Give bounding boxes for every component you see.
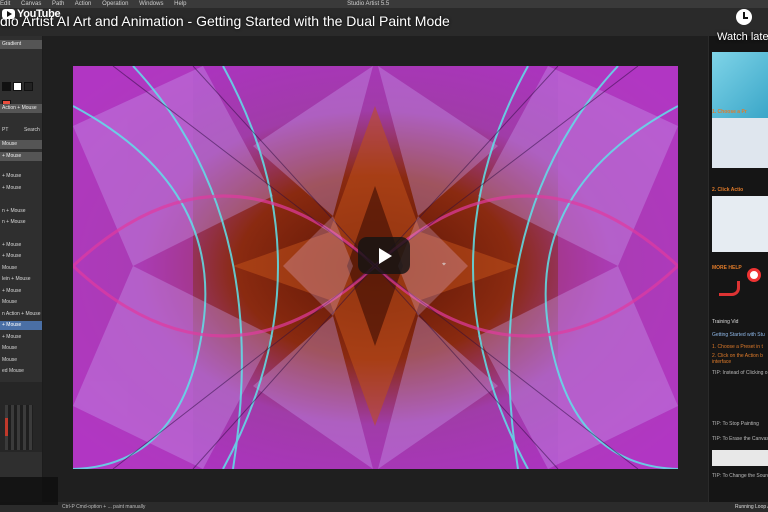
preset-row-5[interactable]: n + Mouse	[0, 207, 42, 216]
youtube-wordmark: YouTube	[17, 8, 61, 20]
getting-started-heading: Getting Started with Stu	[712, 332, 765, 338]
help-tip-3: TIP: To Erase the Canvas	[712, 436, 768, 442]
mouse-cursor-icon: ⌖	[442, 261, 446, 268]
status-bar: Ctrl-P Cmd-option + ... paint manually	[0, 502, 768, 512]
action-mouse-header[interactable]: Action + Mouse	[0, 104, 42, 113]
clock-icon[interactable]	[736, 9, 752, 25]
status-text: Ctrl-P Cmd-option + ... paint manually	[62, 504, 146, 510]
gradient-row[interactable]: Gradient	[0, 40, 42, 49]
help-step-2: 2. Click Actio	[712, 187, 744, 193]
menu-edit[interactable]: Edit	[0, 1, 10, 7]
menu-help[interactable]: Help	[174, 1, 186, 7]
level-meter	[5, 405, 33, 450]
preset-row-1[interactable]: Mouse	[0, 140, 42, 149]
youtube-logo[interactable]	[0, 477, 58, 505]
app-menubar: Edit Canvas Path Action Operation Window…	[0, 0, 768, 8]
menu-operation[interactable]: Operation	[102, 1, 128, 7]
window-title: Studio Artist 5.5	[347, 1, 390, 7]
menu-windows[interactable]: Windows	[139, 1, 163, 7]
watch-later-label[interactable]: Watch late	[717, 31, 768, 43]
preset-row-2[interactable]: + Mouse	[0, 152, 42, 161]
play-button[interactable]	[358, 237, 410, 274]
preset-row-10[interactable]: lein + Mouse	[0, 275, 42, 284]
arrow-icon	[719, 281, 740, 296]
swatch-1[interactable]	[2, 82, 11, 91]
action-screenshot	[712, 196, 768, 252]
help-step-1: 1. Choose a Pr	[712, 109, 747, 115]
preset-row-7[interactable]: + Mouse	[0, 241, 42, 250]
tool-screenshot	[712, 450, 768, 466]
help-tip-2: TIP: To Stop Painting	[712, 421, 759, 427]
preset-row-15[interactable]: Mouse	[0, 344, 42, 353]
youtube-play-icon	[2, 9, 15, 19]
preset-row-4[interactable]: + Mouse	[0, 184, 42, 193]
video-title[interactable]: dio Artist AI Art and Animation - Gettin…	[0, 12, 450, 30]
preset-row-17[interactable]: ed Mouse	[0, 367, 42, 376]
training-videos-link[interactable]: Training Vid	[712, 319, 768, 325]
help-item-2b: interface	[712, 359, 732, 365]
preset-row-11[interactable]: + Mouse	[0, 287, 42, 296]
help-panel: 1. Choose a Pr 2. Click Actio MORE HELP …	[709, 36, 768, 502]
preset-row-selected[interactable]: + Mouse	[0, 321, 42, 330]
preset-screenshot	[712, 118, 768, 168]
help-tip-1: TIP: Instead of Clicking o	[712, 370, 768, 376]
preset-row-9[interactable]: Mouse	[0, 264, 42, 273]
help-item-1: 1. Choose a Preset in t	[712, 344, 763, 350]
preset-row-3[interactable]: + Mouse	[0, 172, 42, 181]
preset-row-16[interactable]: Mouse	[0, 356, 42, 365]
help-tip-4: TIP: To Change the Source	[712, 473, 768, 479]
preset-row-12[interactable]: Mouse	[0, 298, 42, 307]
lifebuoy-icon	[747, 268, 761, 282]
preset-row-14[interactable]: + Mouse	[0, 333, 42, 342]
level-meter-peak	[5, 418, 8, 436]
preset-row-6[interactable]: n + Mouse	[0, 218, 42, 227]
menu-action[interactable]: Action	[75, 1, 92, 7]
swatch-3[interactable]	[24, 82, 33, 91]
search-button[interactable]: Search	[22, 126, 42, 135]
swatch-2[interactable]	[13, 82, 22, 91]
preset-row-8[interactable]: + Mouse	[0, 252, 42, 261]
status-running: Running Loop A	[735, 504, 768, 510]
preset-row-13[interactable]: n Action + Mouse	[0, 310, 42, 319]
color-swatches	[2, 78, 40, 109]
